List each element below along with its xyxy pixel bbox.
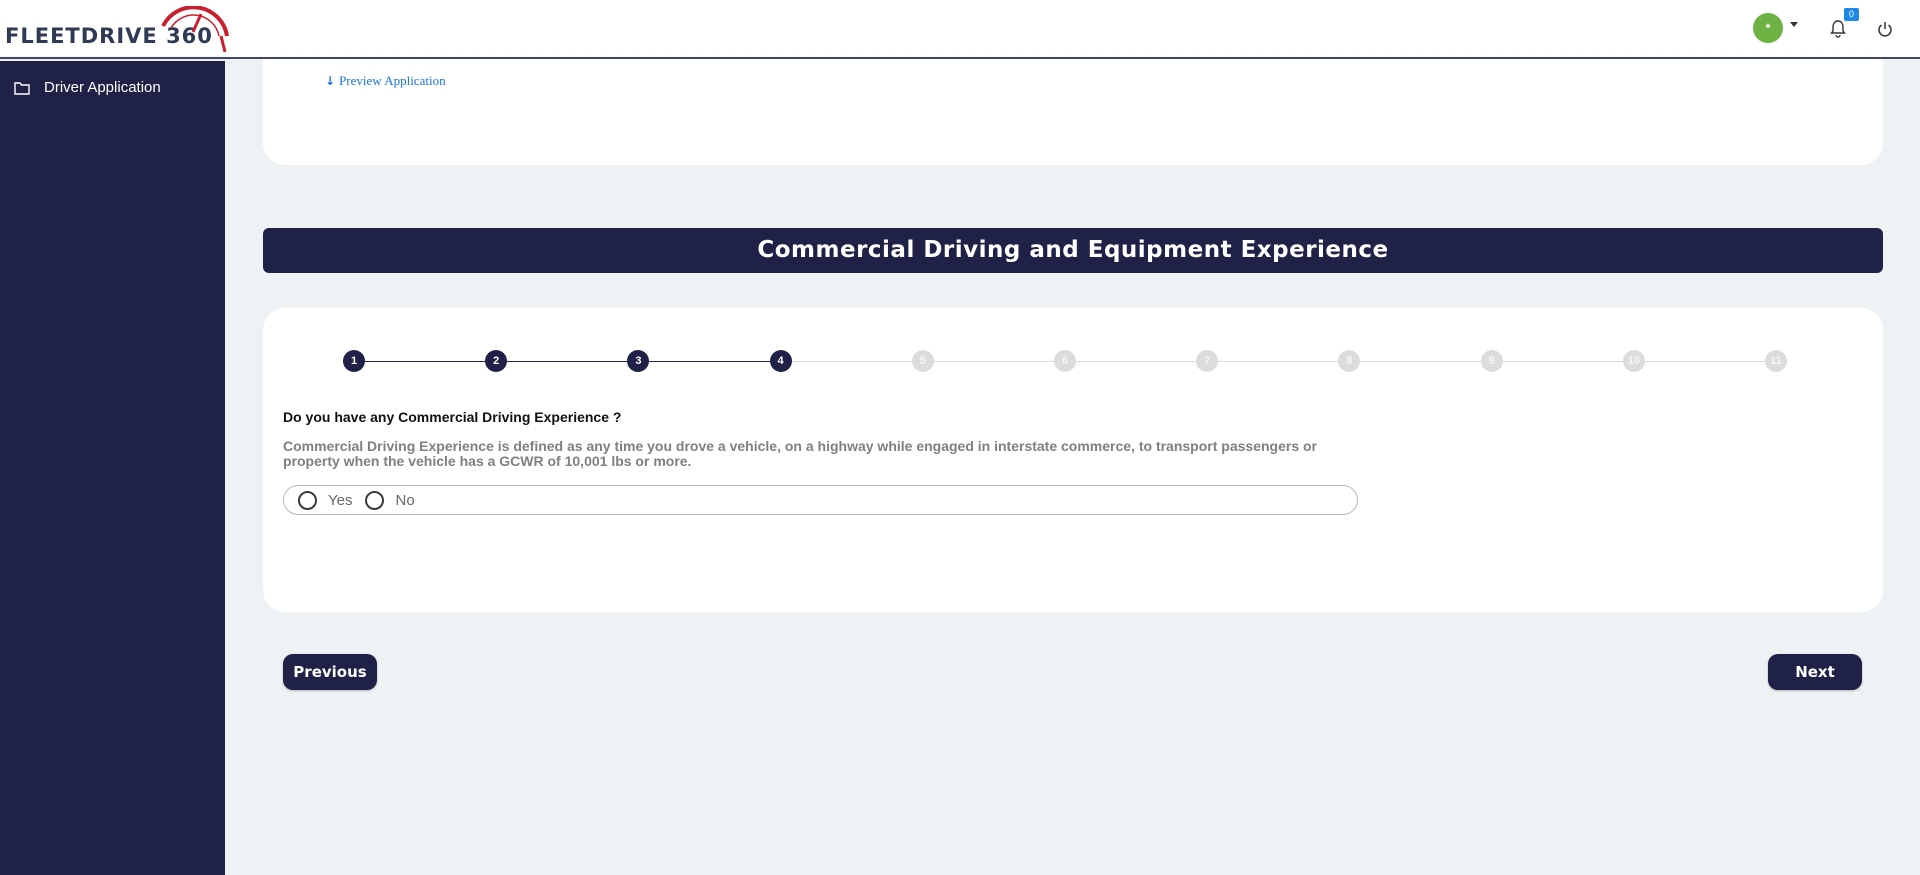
top-header: FLEETDRIVE 360 * 0 — [0, 0, 1920, 59]
stepper-step-4: 4 — [769, 350, 792, 372]
stepper-step-2: 2 — [485, 350, 508, 372]
stepper-connector — [507, 361, 628, 362]
preview-application-link[interactable]: ↓ Preview Application — [325, 73, 446, 89]
stepper-connector — [1644, 361, 1765, 362]
stepper-connector — [1076, 361, 1197, 362]
user-avatar[interactable]: * — [1753, 13, 1783, 43]
stepper-step-7: 7 — [1196, 350, 1219, 372]
radio-button-yes[interactable] — [298, 490, 317, 510]
fleetdrive-logo[interactable]: FLEETDRIVE 360 — [5, 6, 229, 54]
stepper-step-3: 3 — [627, 350, 650, 372]
question-description: Commercial Driving Experience is defined… — [283, 438, 1317, 469]
stepper-step-8: 8 — [1338, 350, 1361, 372]
radio-option-yes[interactable]: Yes — [298, 490, 353, 510]
stepper-step-11: 11 — [1765, 350, 1787, 372]
question-label: Do you have any Commercial Driving Exper… — [283, 409, 622, 425]
stepper-connector — [933, 361, 1054, 362]
arrow-down-icon: ↓ — [325, 74, 336, 88]
power-icon[interactable] — [1877, 21, 1893, 37]
stepper-connector — [1360, 361, 1481, 362]
previous-button[interactable]: Previous — [283, 654, 377, 690]
stepper-step-5: 5 — [911, 350, 934, 372]
preview-card: ↓ Preview Application — [263, 59, 1883, 165]
experience-radio-group: Yes No — [283, 485, 1358, 515]
preview-application-label: Preview Application — [339, 73, 446, 88]
radio-label-yes: Yes — [328, 491, 353, 509]
stepper-step-1: 1 — [343, 350, 365, 372]
sidebar-item-driver-application[interactable]: Driver Application — [14, 79, 161, 96]
notification-count-badge: 0 — [1844, 8, 1859, 21]
stepper-step-10: 10 — [1622, 350, 1645, 372]
radio-label-no: No — [395, 491, 415, 509]
speedometer-logo-icon — [161, 6, 229, 53]
stepper-step-9: 9 — [1480, 350, 1503, 372]
section-title: Commercial Driving and Equipment Experie… — [263, 228, 1883, 273]
stepper-connector — [365, 361, 486, 362]
stepper-connector — [1218, 361, 1339, 362]
radio-button-no[interactable] — [365, 490, 385, 510]
folder-icon — [14, 81, 30, 95]
stepper-connector — [791, 361, 912, 362]
stepper-step-6: 6 — [1054, 350, 1076, 372]
bell-icon[interactable] — [1830, 20, 1846, 38]
next-button[interactable]: Next — [1768, 654, 1862, 690]
form-card: 1 2 3 4 5 6 7 8 9 10 11 Do you have any Commercial… — [263, 308, 1883, 612]
progress-stepper: 1 2 3 4 5 6 7 8 9 10 11 — [343, 350, 1787, 374]
radio-option-no[interactable]: No — [365, 490, 415, 510]
sidebar-item-label: Driver Application — [44, 79, 161, 96]
sidebar: Driver Application — [0, 61, 225, 875]
stepper-connector — [649, 361, 770, 362]
chevron-down-icon[interactable] — [1790, 22, 1798, 27]
stepper-connector — [1502, 361, 1623, 362]
